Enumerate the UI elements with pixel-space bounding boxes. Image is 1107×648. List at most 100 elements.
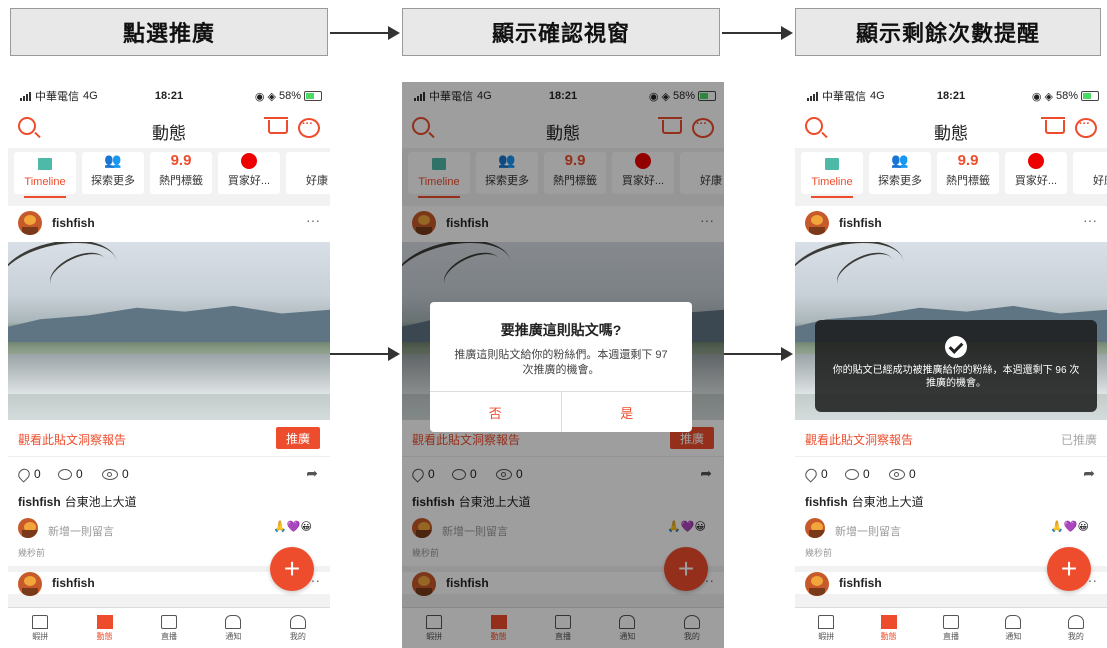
promote-button[interactable]: 推廣 — [276, 427, 320, 449]
post-header: fishfish ··· — [8, 206, 330, 242]
create-post-button[interactable]: + — [270, 547, 314, 591]
post-time: 幾秒前 — [18, 548, 46, 558]
heart-icon[interactable] — [802, 465, 820, 483]
bottom-tab-notifications[interactable]: 通知 — [982, 608, 1044, 648]
nine-nine-icon: 9.9 — [170, 152, 192, 169]
bottom-tab-me[interactable]: 我的 — [1045, 608, 1107, 648]
battery-icon — [1081, 91, 1099, 101]
dialog-yes-button[interactable]: 是 — [562, 392, 693, 432]
tab-deals[interactable]: 好康 — [286, 152, 330, 194]
toast-message: 你的貼文已經成功被推廣給你的粉絲，本週還剩下 96 次推廣的機會。 — [832, 365, 1080, 389]
dialog-title: 要推廣這則貼文嗎? — [500, 322, 622, 338]
dialog-body: 推廣這則貼文給你的粉絲們。本週還剩下 97 次推廣的機會。 — [454, 349, 668, 376]
create-post-button[interactable]: + — [1047, 547, 1091, 591]
bottom-tab-live[interactable]: 直播 — [920, 608, 982, 648]
profile-icon — [1067, 614, 1084, 629]
status-bar: 中華電信 4G 18:21 ◉ ◈ 58% — [8, 82, 330, 110]
insight-report-link[interactable]: 觀看此貼文洞察報告 — [18, 431, 126, 448]
phone-screen-2: 中華電信 4G 18:21 ◉ ◈ 58% 動態 Timeline 👥 探索更多… — [402, 82, 724, 648]
timeline-icon — [825, 158, 839, 170]
like-count: 0 — [821, 467, 828, 481]
home-icon — [32, 614, 49, 629]
nine-nine-icon: 9.9 — [957, 152, 979, 169]
battery-percent: 58% — [1055, 90, 1078, 102]
add-comment-input[interactable]: 新增一則留言 — [835, 523, 901, 539]
share-icon[interactable]: ➦ — [1083, 465, 1095, 482]
eye-icon — [889, 468, 905, 480]
post-caption: fishfish 台東池上大道 — [795, 491, 1107, 516]
tab-explore[interactable]: 👥 探索更多 — [869, 152, 931, 194]
cart-icon[interactable] — [264, 117, 288, 134]
phone-screen-3: 中華電信 4G 18:21 ◉ ◈ 58% 動態 Timeline 👥 探索更多… — [795, 82, 1107, 648]
add-comment-input[interactable]: 新增一則留言 — [48, 523, 114, 539]
heart-icon[interactable] — [15, 465, 33, 483]
post-username[interactable]: fishfish — [839, 576, 882, 590]
avatar[interactable] — [18, 572, 42, 596]
bottom-tab-shop[interactable]: 蝦拼 — [795, 608, 857, 648]
avatar[interactable] — [805, 211, 829, 235]
post-username[interactable]: fishfish — [52, 216, 95, 230]
bottom-tab-notifications[interactable]: 通知 — [201, 608, 265, 648]
status-bar: 中華電信 4G 18:21 ◉ ◈ 58% — [795, 82, 1107, 110]
bottom-tab-live[interactable]: 直播 — [137, 608, 201, 648]
battery-percent: 58% — [278, 90, 301, 102]
step-3-label: 顯示剩餘次數提醒 — [795, 8, 1101, 56]
feed-tabs: Timeline 👥 探索更多 9.9 熱門標籤 買家好... 好康 — [8, 148, 330, 198]
more-icon[interactable]: ··· — [1083, 212, 1097, 228]
timeline-icon — [38, 158, 52, 170]
insight-row: 觀看此貼文洞察報告 已推廣 — [795, 420, 1107, 457]
bell-icon — [1005, 614, 1022, 629]
home-icon — [818, 614, 835, 629]
arrow-mid-2 — [722, 347, 793, 361]
tab-hot-tags[interactable]: 9.9 熱門標籤 — [150, 152, 212, 194]
bottom-tab-feed[interactable]: 動態 — [857, 608, 919, 648]
avatar[interactable] — [18, 211, 42, 235]
bottom-tab-shop[interactable]: 蝦拼 — [8, 608, 72, 648]
post-caption: fishfish 台東池上大道 — [8, 491, 330, 516]
tab-buyer-picks[interactable]: 買家好... — [1005, 152, 1067, 194]
phone-screen-1: 中華電信 4G 18:21 ◉ ◈ 58% 動態 Timeline 👥 探索更多… — [8, 82, 330, 648]
tab-timeline[interactable]: Timeline — [14, 152, 76, 198]
caption-username[interactable]: fishfish — [805, 495, 848, 509]
avatar[interactable] — [805, 572, 829, 596]
like-count: 0 — [34, 467, 41, 481]
profile-icon — [289, 614, 306, 629]
cart-icon[interactable] — [1041, 117, 1065, 134]
confirm-dialog: 要推廣這則貼文嗎? 推廣這則貼文給你的粉絲們。本週還剩下 97 次推廣的機會。否是 — [430, 302, 692, 432]
comment-icon[interactable] — [58, 468, 72, 480]
post-username[interactable]: fishfish — [839, 216, 882, 230]
feed-tabs: Timeline 👥 探索更多 9.9 熱門標籤 買家好... 好康 — [795, 148, 1107, 198]
arrow-mid-1 — [326, 347, 400, 361]
reaction-emojis: 🙏💜😀 — [273, 521, 312, 533]
dialog-no-button[interactable]: 否 — [430, 392, 562, 432]
promoted-label: 已推廣 — [1060, 433, 1097, 447]
tab-explore[interactable]: 👥 探索更多 — [82, 152, 144, 194]
caption-username[interactable]: fishfish — [18, 495, 61, 509]
more-icon[interactable]: ··· — [306, 212, 320, 228]
feed-icon — [880, 614, 897, 629]
post-actions: 0 0 0 ➦ — [795, 457, 1107, 491]
arrow-top-2 — [722, 26, 793, 40]
bottom-tab-me[interactable]: 我的 — [266, 608, 330, 648]
app-header: 動態 — [8, 110, 330, 148]
bottom-tab-bar: 蝦拼 動態 直播 通知 我的 — [8, 607, 330, 648]
chat-icon[interactable] — [298, 118, 320, 138]
comment-row: 新增一則留言 🙏💜😀 — [8, 516, 330, 544]
insight-row: 觀看此貼文洞察報告 推廣 — [8, 420, 330, 457]
tab-timeline[interactable]: Timeline — [801, 152, 863, 198]
lock-icon: ◈ — [1044, 90, 1053, 103]
post-photo[interactable] — [8, 242, 330, 420]
chat-icon[interactable] — [1075, 118, 1097, 138]
step-2-label: 顯示確認視窗 — [402, 8, 720, 56]
bottom-tab-feed[interactable]: 動態 — [72, 608, 136, 648]
post-username[interactable]: fishfish — [52, 576, 95, 590]
insight-report-link[interactable]: 觀看此貼文洞察報告 — [805, 431, 913, 448]
tab-buyer-picks[interactable]: 買家好... — [218, 152, 280, 194]
avatar — [18, 518, 38, 538]
red-dot-icon — [241, 152, 257, 169]
share-icon[interactable]: ➦ — [306, 465, 318, 482]
arrow-top-1 — [330, 26, 400, 40]
tab-deals[interactable]: 好康 — [1073, 152, 1107, 194]
comment-icon[interactable] — [845, 468, 859, 480]
tab-hot-tags[interactable]: 9.9 熱門標籤 — [937, 152, 999, 194]
